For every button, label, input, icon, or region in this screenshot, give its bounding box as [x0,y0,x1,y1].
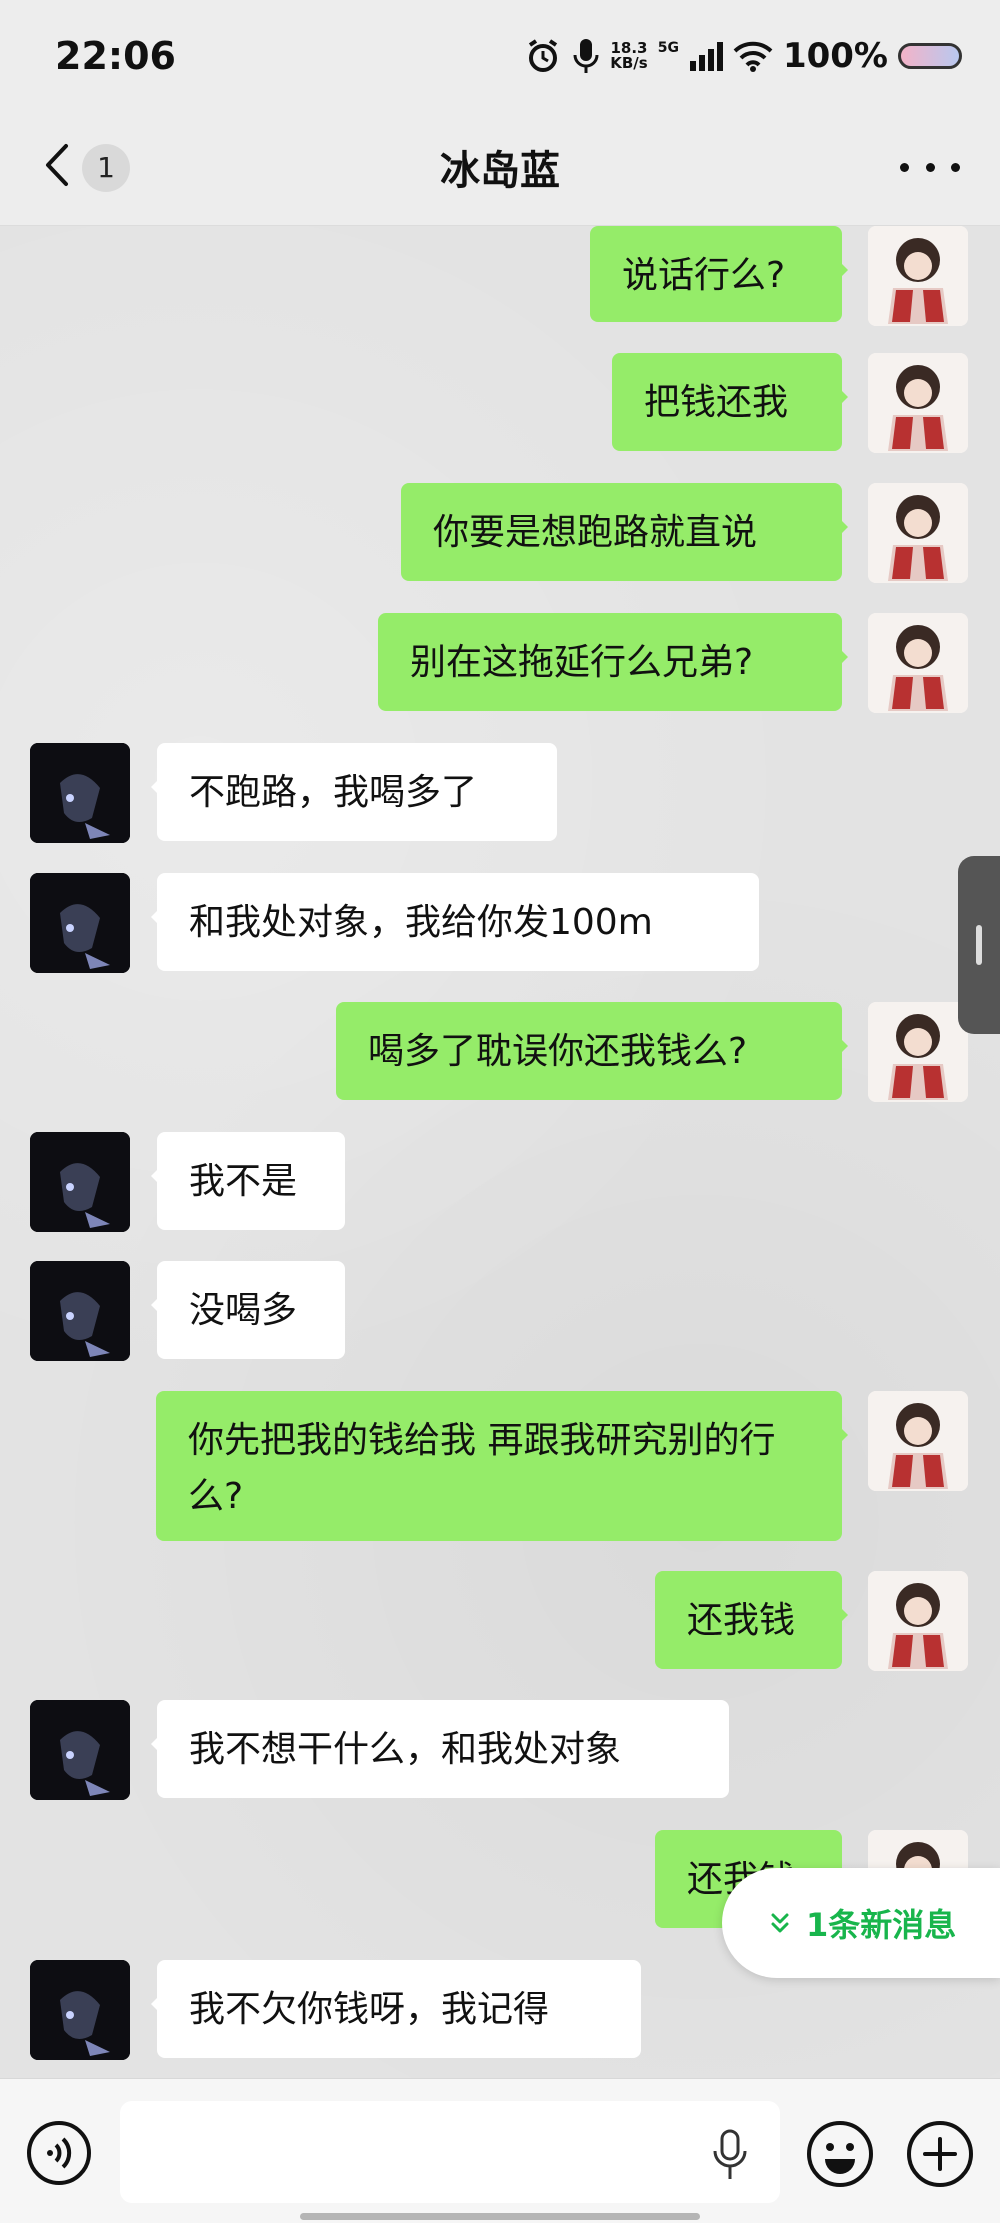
mic-icon [573,39,599,73]
chat-area[interactable]: 说话行么? 把钱还我 你要是想跑路就直说 别在这拖延行么兄弟? 不跑路，我喝多了… [0,226,1000,2078]
status-bar: 22:06 18.3 KB/s 5G 100% [0,0,1000,110]
input-bar [0,2078,1000,2223]
network-speed: 18.3 KB/s [610,41,647,71]
status-icons: 18.3 KB/s 5G 100% [524,30,962,82]
girl-avatar-icon [868,483,968,583]
my-avatar[interactable] [868,483,968,583]
contact-message-bubble[interactable]: 和我处对象，我给你发100m [151,873,759,971]
network-type: 5G [657,40,679,56]
emoji-icon[interactable] [805,2119,875,2189]
girl-avatar-icon [868,1391,968,1491]
battery-icon [898,43,962,69]
my-message-bubble[interactable]: 还我钱 [655,1571,848,1669]
dark-portrait-avatar-icon [30,1261,130,1361]
contact-message-bubble[interactable]: 我不想干什么，和我处对象 [151,1700,729,1798]
contact-avatar[interactable] [30,1132,130,1232]
new-message-notice[interactable]: 1条新消息 [722,1868,1000,1978]
plus-icon[interactable] [905,2119,975,2189]
dark-portrait-avatar-icon [30,1132,130,1232]
voice-input-icon[interactable] [25,2119,93,2187]
signal-icon [689,42,723,71]
scroll-handle[interactable] [958,856,1000,1034]
girl-avatar-icon [868,1571,968,1671]
wifi-icon [733,41,773,72]
my-message-bubble[interactable]: 说话行么? [590,226,848,322]
dark-portrait-avatar-icon [30,1700,130,1800]
contact-message-bubble[interactable]: 没喝多 [151,1261,345,1359]
new-message-notice-label: 1条新消息 [806,1906,957,1944]
mic-icon[interactable] [710,2127,750,2183]
dark-portrait-avatar-icon [30,1960,130,2060]
my-message-bubble[interactable]: 把钱还我 [612,353,848,451]
my-avatar[interactable] [868,1391,968,1491]
dark-portrait-avatar-icon [30,873,130,973]
contact-message-bubble[interactable]: 我不欠你钱呀，我记得 [151,1960,641,2058]
girl-avatar-icon [868,353,968,453]
my-message-bubble[interactable]: 你先把我的钱给我 再跟我研究别的行么? [156,1391,848,1541]
girl-avatar-icon [868,1002,968,1102]
dark-portrait-avatar-icon [30,743,130,843]
contact-avatar[interactable] [30,1960,130,2060]
dot-icon [900,162,909,172]
double-chevron-down-icon [771,1913,789,1933]
battery-level: 100% [782,36,888,76]
my-avatar[interactable] [868,613,968,713]
my-message-bubble[interactable]: 你要是想跑路就直说 [401,483,848,581]
my-message-bubble[interactable]: 喝多了耽误你还我钱么? [336,1002,848,1100]
my-avatar[interactable] [868,1571,968,1671]
message-input[interactable] [120,2101,780,2203]
scroll-grip-icon [976,925,982,965]
contact-avatar[interactable] [30,1261,130,1361]
dot-icon [951,162,960,172]
contact-avatar[interactable] [30,743,130,843]
network-speed-unit: KB/s [610,54,648,72]
girl-avatar-icon [868,226,968,326]
more-options-icon[interactable] [900,142,960,192]
my-avatar[interactable] [868,1002,968,1102]
girl-avatar-icon [868,613,968,713]
alarm-icon [529,39,558,72]
my-avatar[interactable] [868,353,968,453]
dot-icon [925,162,935,172]
chat-title: 冰岛蓝 [440,148,560,194]
my-avatar[interactable] [868,226,968,326]
contact-message-bubble[interactable]: 我不是 [151,1132,345,1230]
contact-avatar[interactable] [30,1700,130,1800]
my-message-bubble[interactable]: 别在这拖延行么兄弟? [378,613,848,711]
contact-avatar[interactable] [30,873,130,973]
status-time: 22:06 [55,34,176,78]
chat-header: 1 冰岛蓝 [0,110,1000,226]
contact-message-bubble[interactable]: 不跑路，我喝多了 [151,743,557,841]
home-indicator[interactable] [300,2213,700,2220]
